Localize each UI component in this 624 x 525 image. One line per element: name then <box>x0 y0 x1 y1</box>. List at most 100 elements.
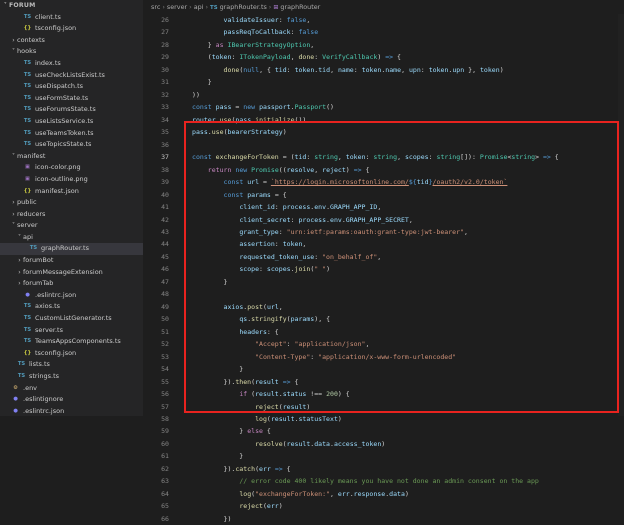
code-line[interactable]: 47 } <box>143 276 624 288</box>
code-line[interactable]: 26 validateIssuer: false, <box>143 14 624 26</box>
tree-folder[interactable]: › forumTab <box>0 278 143 290</box>
code-line[interactable]: 34 router.use(pass.initialize()) <box>143 114 624 126</box>
code-token: tid <box>318 65 331 74</box>
tree-file[interactable]: TS index.ts <box>0 58 143 70</box>
code-line[interactable]: 59 } else { <box>143 425 624 437</box>
code-line[interactable]: 63 // error code 400 likely means you ha… <box>143 475 624 487</box>
tree-file[interactable]: TS useCheckListsExist.ts <box>0 70 143 82</box>
tree-file[interactable]: TS useDispatch.ts <box>0 81 143 93</box>
code-line[interactable]: 61 } <box>143 450 624 462</box>
tree-file[interactable]: TS server.ts <box>0 325 143 337</box>
breadcrumb-symbol[interactable]: graphRouter <box>278 3 320 11</box>
breadcrumb-segment[interactable]: api <box>194 3 204 11</box>
code-line[interactable]: 27 passReqToCallback: false <box>143 26 624 38</box>
code-line[interactable]: 50 qs.stringify(params), { <box>143 313 624 325</box>
code-line[interactable]: 45 requested_token_use: "on_behalf_of", <box>143 251 624 263</box>
code-line[interactable]: 41 client_id: process.env.GRAPH_APP_ID, <box>143 201 624 213</box>
code-line[interactable]: 66 }) <box>143 513 624 525</box>
tree-file[interactable]: TS axios.ts <box>0 301 143 313</box>
tree-file[interactable]: TS useForumsState.ts <box>0 104 143 116</box>
tree-folder[interactable]: ˅ manifest <box>0 151 143 163</box>
code-editor[interactable]: src › server › api › TS graphRouter.ts › ⊞ graph… <box>143 0 624 523</box>
tree-folder[interactable]: › public <box>0 197 143 209</box>
tree-file[interactable]: ● .eslintrc.json <box>0 290 143 302</box>
code-line[interactable]: 62 }).catch(err => { <box>143 463 624 475</box>
tree-file[interactable]: TS strings.ts <box>0 371 143 383</box>
code-line[interactable]: 36 <box>143 139 624 151</box>
code-line[interactable]: 51 headers: { <box>143 326 624 338</box>
code-line[interactable]: 57 reject(result) <box>143 401 624 413</box>
code-token: : <box>278 16 287 24</box>
code-line[interactable]: 56 if (result.status !== 200) { <box>143 388 624 400</box>
tree-file[interactable]: TS useTopicsState.ts <box>0 139 143 151</box>
tree-file[interactable]: {} tsconfig.json <box>0 348 143 360</box>
code-lines[interactable]: 26 validateIssuer: false, 27 passReqToCal… <box>143 14 624 525</box>
tree-file[interactable]: ▣ icon-color.png <box>0 162 143 174</box>
tree-folder[interactable]: › contexts <box>0 35 143 47</box>
code-token: ( <box>192 53 212 62</box>
tree-file[interactable]: TS graphRouter.ts <box>0 243 143 256</box>
code-line[interactable]: 58 log(result.statusText) <box>143 413 624 425</box>
code-token: scope <box>239 265 260 274</box>
code-token: false <box>286 16 307 24</box>
code-line[interactable]: 48 <box>143 288 624 300</box>
code-token: reject <box>322 165 346 174</box>
tree-file[interactable]: TS TeamsAppsComponents.ts <box>0 336 143 348</box>
code-line[interactable]: 64 log("exchangeForToken:", err.response… <box>143 488 624 500</box>
tree-file[interactable]: TS lists.ts <box>0 359 143 371</box>
code-token: ()) <box>294 115 307 124</box>
ts-file-icon: TS <box>210 5 218 11</box>
code-line[interactable]: 54 } <box>143 363 624 375</box>
line-number: 32 <box>161 90 169 99</box>
code-line[interactable]: 65 reject(err) <box>143 500 624 512</box>
code-line[interactable]: 35 pass.use(bearerStrategy) <box>143 126 624 138</box>
tree-file[interactable]: ● .eslintignore <box>0 394 143 406</box>
tree-file[interactable]: TS client.ts <box>0 12 143 24</box>
code-line[interactable]: 37 const exchangeForToken = (tid: string,… <box>143 151 624 163</box>
code-line[interactable]: 32)) <box>143 89 624 101</box>
code-line[interactable]: 30 done(null, { tid: token.tid, name: to… <box>143 64 624 76</box>
code-line[interactable]: 55 }).then(result => { <box>143 376 624 388</box>
breadcrumb-segment[interactable]: src <box>151 3 160 11</box>
code-line[interactable]: 39 const url = `https://login.microsofto… <box>143 176 624 188</box>
code-line[interactable]: 38 return new Promise((resolve, reject) … <box>143 164 624 176</box>
code-line[interactable]: 53 "Content-Type": "application/x-www-fo… <box>143 351 624 363</box>
code-line[interactable]: 44 assertion: token, <box>143 238 624 250</box>
code-text: "Content-Type": "application/x-www-form-… <box>192 351 456 363</box>
code-line[interactable]: 40 const params = { <box>143 189 624 201</box>
code-token: "application/x-www-form-urlencoded" <box>318 352 457 361</box>
explorer-header[interactable]: ˅ FORUM <box>0 0 143 12</box>
tree-file[interactable]: ● .eslintrc.json <box>0 406 143 416</box>
scrollbar-track[interactable] <box>618 14 624 416</box>
breadcrumb-segment[interactable]: server <box>167 3 187 11</box>
code-line[interactable]: 60 resolve(result.data.access_token) <box>143 438 624 450</box>
tree-folder[interactable]: ˅ server <box>0 220 143 232</box>
tree-folder[interactable]: ˅ api <box>0 232 143 244</box>
tree-file[interactable]: TS useFormState.ts <box>0 93 143 105</box>
tree-file[interactable]: {} manifest.json <box>0 186 143 198</box>
code-token: err <box>266 502 279 511</box>
code-token: Passport <box>294 103 327 112</box>
tree-folder[interactable]: › forumMessageExtension <box>0 267 143 279</box>
tree-file[interactable]: TS CustomListGenerator.ts <box>0 313 143 325</box>
tree-file[interactable]: TS useTeamsToken.ts <box>0 128 143 140</box>
code-text: passReqToCallback: false <box>192 26 319 38</box>
code-line[interactable]: 52 "Accept": "application/json", <box>143 338 624 350</box>
tree-file[interactable]: ⚙ .env <box>0 383 143 395</box>
code-line[interactable]: 42 client_secret: process.env.GRAPH_APP_… <box>143 214 624 226</box>
code-line[interactable]: 49 axios.post(url, <box>143 301 624 313</box>
code-line[interactable]: 29 (token: ITokenPayload, done: VerifyCa… <box>143 51 624 63</box>
code-line[interactable]: 43 grant_type: "urn:ietf:params:oauth:gr… <box>143 226 624 238</box>
tree-file[interactable]: TS useListsService.ts <box>0 116 143 128</box>
tree-folder[interactable]: › forumBot <box>0 255 143 267</box>
tree-folder[interactable]: ˅ hooks <box>0 46 143 58</box>
tree-folder[interactable]: › reducers <box>0 209 143 221</box>
code-line[interactable]: 28 } as IBearerStrategyOption, <box>143 39 624 51</box>
tree-file[interactable]: {} tsconfig.json <box>0 23 143 35</box>
code-line[interactable]: 31 } <box>143 76 624 88</box>
code-token: => <box>353 165 362 174</box>
code-line[interactable]: 33 const pass = new passport.Passport() <box>143 101 624 113</box>
code-line[interactable]: 46 scope: scopes.join(" ") <box>143 263 624 275</box>
tree-file[interactable]: ▣ icon-outline.png <box>0 174 143 186</box>
breadcrumb-file[interactable]: graphRouter.ts <box>218 3 267 11</box>
